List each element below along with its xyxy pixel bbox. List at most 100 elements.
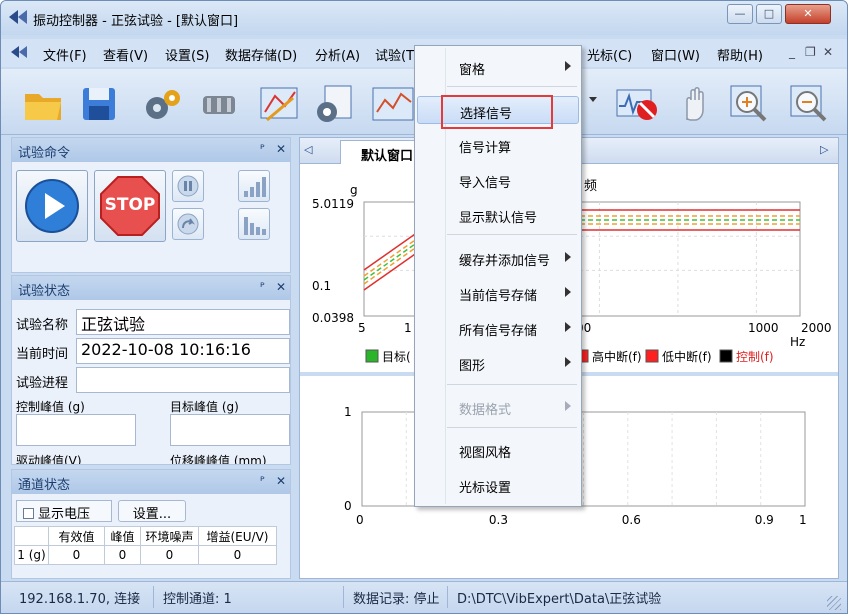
checkbox-box [23, 508, 34, 519]
context-menu-item-5[interactable]: 缓存并添加信号 [417, 244, 579, 272]
x-tick-label: 5 [358, 321, 366, 335]
pause-icon [177, 175, 199, 197]
context-menu-item-11[interactable]: 光标设置 [417, 471, 579, 499]
chart-icon[interactable] [371, 82, 415, 126]
context-menu-separator [447, 384, 577, 385]
close-button[interactable]: ✕ [785, 4, 831, 24]
context-menu-item-0[interactable]: 窗格 [417, 53, 579, 81]
menu-view[interactable]: 查看(V) [103, 45, 148, 64]
legend-swatch [719, 349, 733, 363]
pause-button[interactable] [172, 170, 204, 202]
channel-status-title: 通道状态 [18, 478, 71, 493]
context-menu-item-9: 数据格式 [417, 393, 579, 421]
context-menu-item-2[interactable]: 信号计算 [417, 131, 579, 159]
stop-monitor-icon[interactable] [615, 82, 659, 126]
pin-icon[interactable]: ᴾ [260, 474, 265, 488]
table-cell: 1 (g) [14, 545, 49, 565]
submenu-arrow-icon [565, 357, 571, 367]
level-up-button[interactable] [238, 170, 270, 202]
context-menu-item-4[interactable]: 显示默认信号 [417, 201, 579, 229]
start-button[interactable] [16, 170, 88, 242]
edit-profile-icon[interactable] [257, 82, 301, 126]
legend-label: 高中断(f) [592, 349, 642, 364]
x-tick-label: 1 [799, 513, 807, 527]
toolbar-dropdown-arrow-icon[interactable] [589, 97, 597, 102]
menu-file[interactable]: 文件(F) [43, 45, 87, 64]
context-menu-separator [447, 86, 577, 87]
pin-icon[interactable]: ᴾ [260, 142, 265, 156]
menu-settings[interactable]: 设置(S) [165, 45, 209, 64]
main-window: 振动控制器 - 正弦试验 - [默认窗口] — □ ✕ 文件(F) 查看(V) … [0, 0, 848, 614]
context-menu-item-7[interactable]: 所有信号存储 [417, 314, 579, 342]
legend-swatch [645, 349, 659, 363]
table-cell: 0 [48, 545, 105, 565]
context-menu-item-label: 数据格式 [459, 403, 512, 418]
menu-test[interactable]: 试验(T) [375, 45, 415, 64]
channel-status-panel: 通道状态 ᴾ ✕ 显示电压 设置... 有效值 峰值 环境噪声 增益(EU/V)… [11, 469, 291, 579]
context-menu-item-6[interactable]: 当前信号存储 [417, 279, 579, 307]
minimize-button[interactable]: — [727, 4, 753, 24]
context-menu-item-10[interactable]: 视图风格 [417, 436, 579, 464]
settings-button[interactable]: 设置... [118, 500, 186, 522]
context-menu-item-8[interactable]: 图形 [417, 349, 579, 377]
submenu-arrow-icon [565, 401, 571, 411]
test-command-title: 试验命令 [18, 146, 71, 161]
panel-close-icon[interactable]: ✕ [276, 474, 286, 488]
test-progress-label: 试验进程 [16, 376, 69, 391]
stop-label: STOP [104, 195, 156, 215]
table-row[interactable]: 1 (g) 0 0 0 0 [14, 545, 277, 565]
pin-icon[interactable]: ᴾ [260, 280, 265, 294]
resize-grip-icon[interactable] [827, 596, 841, 610]
menu-help[interactable]: 帮助(H) [717, 45, 763, 64]
maximize-button[interactable]: □ [756, 4, 782, 24]
menubar-app-icon[interactable] [11, 46, 27, 58]
continue-button[interactable] [172, 208, 204, 240]
tab-next-icon[interactable]: ▷ [820, 143, 828, 156]
stop-button[interactable]: STOP [94, 170, 166, 242]
mdi-minimize-button[interactable]: _ [789, 45, 795, 59]
context-menu-item-3[interactable]: 导入信号 [417, 166, 579, 194]
context-menu-item-label: 显示默认信号 [459, 211, 538, 226]
status-separator [153, 586, 154, 608]
settings-gears-icon[interactable] [141, 82, 185, 126]
status-ip: 192.168.1.70, 连接 [19, 592, 141, 607]
panel-close-icon[interactable]: ✕ [276, 280, 286, 294]
tab-prev-icon[interactable]: ◁ [304, 143, 312, 156]
mdi-restore-button[interactable]: ❐ [805, 45, 816, 59]
zoom-in-icon[interactable] [727, 82, 771, 126]
panel-close-icon[interactable]: ✕ [276, 142, 286, 156]
context-menu-item-label: 光标设置 [459, 481, 512, 496]
channel-status-header: 通道状态 ᴾ ✕ [12, 470, 290, 494]
cylinder-icon[interactable] [197, 82, 241, 126]
x-tick-label: 0 [356, 513, 364, 527]
table-cell: 0 [104, 545, 141, 565]
open-folder-icon[interactable] [21, 82, 65, 126]
status-path: D:\DTC\VibExpert\Data\正弦试验 [457, 592, 662, 607]
test-name-label: 试验名称 [16, 318, 69, 333]
x-tick-label: 1000 [748, 321, 779, 335]
save-icon[interactable] [77, 82, 121, 126]
title-bar[interactable]: 振动控制器 - 正弦试验 - [默认窗口] — □ ✕ [1, 1, 847, 35]
highlight-annotation-box [441, 95, 553, 129]
mdi-close-button[interactable]: ✕ [823, 45, 833, 59]
context-menu-separator [447, 427, 577, 428]
level-down-button[interactable] [238, 208, 270, 240]
zoom-out-icon[interactable] [787, 82, 831, 126]
status-separator [447, 586, 448, 608]
report-icon[interactable] [313, 82, 357, 126]
show-voltage-checkbox[interactable]: 显示电压 [16, 500, 112, 522]
menu-window[interactable]: 窗口(W) [651, 45, 700, 64]
x-tick-label: 2000 [801, 321, 832, 335]
context-menu-item-label: 窗格 [459, 63, 486, 78]
hand-pan-icon[interactable] [673, 82, 717, 126]
test-status-title: 试验状态 [18, 284, 71, 299]
test-status-header: 试验状态 ᴾ ✕ [12, 276, 290, 300]
x-tick-label: 0.3 [489, 513, 508, 527]
context-menu-item-label: 当前信号存储 [459, 289, 538, 304]
menu-cursor[interactable]: 光标(C) [587, 45, 632, 64]
test-status-panel: 试验状态 ᴾ ✕ 试验名称 正弦试验 当前时间 2022-10-08 10:16… [11, 275, 291, 465]
menu-analysis[interactable]: 分析(A) [315, 45, 360, 64]
menu-data-storage[interactable]: 数据存储(D) [225, 45, 297, 64]
level-up-icon [244, 177, 266, 197]
y-tick-label: 0.1 [312, 279, 331, 293]
